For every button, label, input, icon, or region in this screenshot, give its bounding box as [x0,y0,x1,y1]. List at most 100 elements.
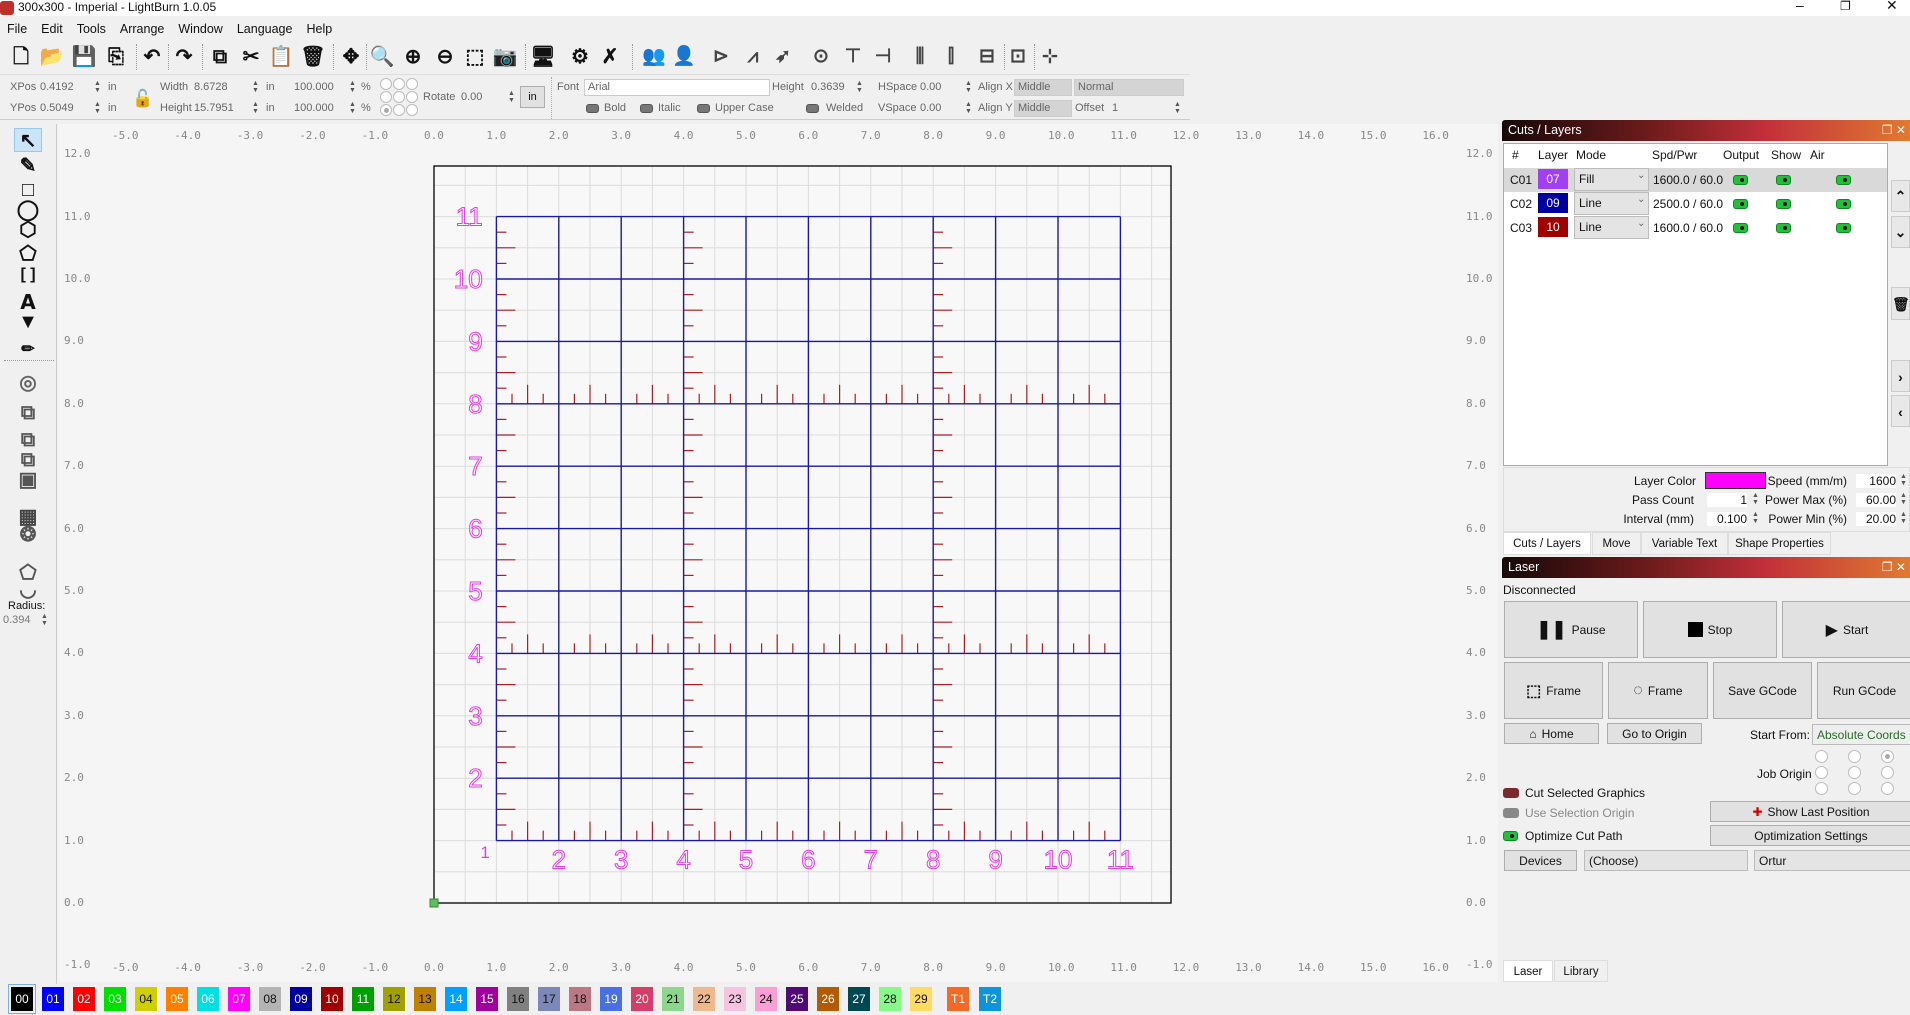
palette-swatch-01[interactable]: 01 [42,987,64,1011]
cut-selected-toggle[interactable] [1503,788,1519,798]
anchor-point-radio[interactable] [406,104,418,116]
close-button[interactable]: ✕ [1886,0,1898,13]
make-same-height-icon[interactable]: ⊡ [1004,43,1032,71]
anchor-point-radio[interactable] [406,78,418,90]
palette-swatch-10[interactable]: 10 [321,987,343,1011]
tab-library[interactable]: Library [1554,960,1608,982]
start-from-select[interactable]: Absolute Coords [1812,724,1910,745]
menu-language[interactable]: Language [230,20,300,38]
import-icon[interactable]: ⎘ [102,43,130,71]
job-origin-radio[interactable] [1848,766,1861,779]
palette-swatch-05[interactable]: 05 [166,987,188,1011]
restore-button[interactable]: ❐ [1840,0,1851,14]
stop-button[interactable]: Stop [1643,601,1777,658]
circular-array-icon[interactable]: ❂ [14,523,42,547]
job-origin-radio[interactable] [1848,750,1861,763]
palette-swatch-21[interactable]: 21 [662,987,684,1011]
cut-icon[interactable]: ✂ [237,43,265,71]
select-tool-icon[interactable]: ↖ [14,128,42,152]
palette-swatch-06[interactable]: 06 [197,987,219,1011]
camera-icon[interactable]: 📷 [491,43,519,71]
palette-swatch-07[interactable]: 07 [228,987,250,1011]
palette-swatch-20[interactable]: 20 [631,987,653,1011]
palette-swatch-13[interactable]: 13 [414,987,436,1011]
measure-tool-icon[interactable]: ✏ [14,338,42,362]
radius-field[interactable]: 0.394 [3,614,31,626]
palette-swatch-03[interactable]: 03 [104,987,126,1011]
delete-icon[interactable]: 🗑 [299,43,327,71]
show-last-position-button[interactable]: ✚ Show Last Position [1710,801,1910,822]
device-choice-select[interactable]: (Choose) [1584,850,1748,871]
hspace-field[interactable]: 0.00 [920,81,941,93]
show-toggle[interactable] [1776,223,1791,233]
scale-height-field[interactable]: 100.000 [294,102,334,114]
layer-row[interactable]: C03 10 Line ⌄ 1600.0 / 60.0 [1504,216,1887,240]
italic-toggle[interactable] [640,104,653,113]
zoom-to-page-icon[interactable]: 🔍 [368,43,396,71]
job-origin-radio[interactable] [1815,750,1828,763]
palette-swatch-15[interactable]: 15 [476,987,498,1011]
ypos-spinner[interactable]: ▲ ▼ [93,101,102,115]
palette-swatch-23[interactable]: 23 [724,987,746,1011]
menu-file[interactable]: File [0,20,34,38]
distribute-vertical-icon[interactable]: ⫿ [937,43,965,71]
palette-swatch-02[interactable]: 02 [73,987,95,1011]
expand-right-button[interactable]: › [1891,360,1910,392]
position-pin-icon[interactable]: ▼ [14,310,42,334]
hspace-spinner[interactable]: ▲ ▼ [964,80,973,94]
boolean-intersect-icon[interactable]: ▣ [14,468,42,492]
output-toggle[interactable] [1733,199,1748,209]
power-min-field[interactable]: 20.00 [1856,512,1896,526]
radius-spinner[interactable]: ▲ ▼ [40,613,49,627]
power-min-spinner[interactable]: ▲ ▼ [1899,511,1908,525]
menu-window[interactable]: Window [171,20,229,38]
align-y-select[interactable]: Middle [1014,100,1072,117]
text-height-field[interactable]: 0.3639 [811,81,845,93]
panel-float-close-icon[interactable]: ❐ ✕ [1882,557,1906,578]
speed-field[interactable]: 1600 [1856,474,1896,488]
palette-swatch-25[interactable]: 25 [786,987,808,1011]
layer-color-swatch[interactable] [1705,472,1766,489]
palette-swatch-24[interactable]: 24 [755,987,777,1011]
layer-row[interactable]: C01 07 Fill ⌄ 1600.0 / 60.0 [1504,168,1887,192]
job-origin-radio[interactable] [1881,766,1894,779]
frame-round-button[interactable]: ◌ Frame [1608,662,1708,719]
pause-button[interactable]: ❚❚ Pause [1504,601,1638,658]
move-layer-down-button[interactable]: ⌄ [1891,216,1910,248]
paste-icon[interactable]: 📋 [267,43,295,71]
undo-icon[interactable]: ↶ [138,43,166,71]
job-origin-radio[interactable] [1881,782,1894,795]
panel-float-close-icon[interactable]: ❐ ✕ [1882,120,1906,141]
palette-swatch-26[interactable]: 26 [817,987,839,1011]
upper-case-toggle[interactable] [697,104,710,113]
move-layer-up-button[interactable]: ⌃ [1891,180,1910,212]
job-origin-radio[interactable] [1881,750,1894,763]
pencil-tool-icon[interactable]: ✎ [14,154,42,178]
air-toggle[interactable] [1836,223,1851,233]
speed-spinner[interactable]: ▲ ▼ [1899,473,1908,487]
output-toggle[interactable] [1733,175,1748,185]
align-x-select[interactable]: Middle [1014,79,1072,96]
tab-variable-text[interactable]: Variable Text [1641,532,1728,555]
palette-swatch-19[interactable]: 19 [600,987,622,1011]
palette-swatch-12[interactable]: 12 [383,987,405,1011]
optimize-cut-path-toggle[interactable] [1503,831,1518,841]
job-origin-radio[interactable] [1815,766,1828,779]
xpos-spinner[interactable]: ▲ ▼ [93,80,102,94]
zoom-to-selection-icon[interactable]: ⬚ [461,43,489,71]
output-toggle[interactable] [1733,223,1748,233]
make-same-width-icon[interactable]: ⊟ [973,43,1001,71]
copy-icon[interactable]: ⧉ [206,43,234,71]
fillet-tool-icon[interactable]: ◡ [14,578,42,602]
units-toggle-button[interactable]: in [520,86,545,108]
anchor-point-radio[interactable] [393,91,405,103]
width-field[interactable]: 8.6728 [194,81,228,93]
design-canvas[interactable]: -5.0 -5.0 -4.0 -4.0 -3.0 -3.0 -2.0 -2.0 -1.0 -1.0… [58,124,1498,982]
anchor-point-radio[interactable] [380,104,392,116]
palette-swatch-04[interactable]: 04 [135,987,157,1011]
pass-count-field[interactable]: 1 [1707,493,1747,507]
palette-swatch-t1[interactable]: T1 [947,987,969,1011]
width-spinner[interactable]: ▲ ▼ [251,80,260,94]
use-selection-origin-toggle[interactable] [1503,808,1519,818]
palette-swatch-28[interactable]: 28 [879,987,901,1011]
